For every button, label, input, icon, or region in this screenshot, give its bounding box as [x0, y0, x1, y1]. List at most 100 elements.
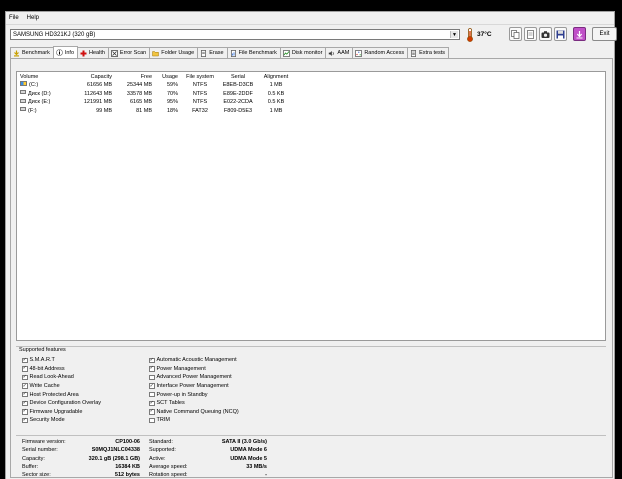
document-icon	[527, 29, 534, 39]
volume-row[interactable]: (C:) 61656 MB 25344 MB 59% NTFS E8EB-D3C…	[17, 81, 295, 90]
info-tab-panel: Volume Capacity Free Usage File system S…	[10, 58, 613, 478]
feature-checkbox: ✓	[149, 408, 155, 415]
volume-serial: E89E-2DDF	[223, 90, 253, 97]
drive-icon	[20, 98, 26, 103]
feature-item: Power-up in Standby	[149, 390, 239, 399]
tab-aam[interactable]: AAM	[325, 47, 354, 58]
save-button[interactable]	[554, 27, 567, 41]
windows-drive-icon	[20, 81, 27, 87]
volume-alignment: 0.5 KB	[267, 99, 285, 106]
volume-list[interactable]: Volume Capacity Free Usage File system S…	[16, 71, 606, 341]
info-value: CP100-06	[115, 439, 140, 446]
column-serial[interactable]: Serial	[219, 72, 257, 81]
volume-free: 81 MB	[136, 107, 152, 114]
column-file-system[interactable]: File system	[181, 72, 219, 81]
floppy-disk-icon	[556, 30, 565, 38]
feature-checkbox: ✓	[149, 382, 155, 389]
random-access-icon	[355, 49, 363, 57]
benchmark-icon	[13, 50, 20, 57]
health-icon	[80, 50, 87, 57]
feature-item: ✓ S.M.A.R.T	[22, 356, 55, 364]
drive-select-value: SAMSUNG HD321KJ (320 gB)	[13, 31, 96, 38]
volume-name: Диск (E:)	[28, 99, 51, 106]
feature-checkbox	[149, 374, 155, 381]
volume-file-system: NTFS	[192, 82, 208, 89]
column-free[interactable]: Free	[115, 72, 155, 81]
info-icon	[56, 49, 63, 56]
info-label: Standard:	[149, 439, 173, 446]
volume-serial: E8EB-D3CB	[222, 82, 254, 89]
feature-item: ✓ Device Configuration Overlay	[22, 399, 102, 407]
feature-checkbox: ✓	[149, 356, 155, 364]
info-row: Average speed: 33 MB/s	[149, 463, 267, 471]
volume-capacity: 61656 MB	[86, 82, 112, 89]
column-usage[interactable]: Usage	[155, 72, 181, 81]
screenshot-button[interactable]	[539, 27, 552, 41]
feature-item: ✓ Firmware Upgradable	[22, 408, 83, 415]
info-row: Standard: SATA II (3.0 Gb/s)	[149, 438, 267, 446]
volume-row[interactable]: Диск (D:) 112643 MB 33578 MB 70% NTFS E8…	[17, 90, 295, 99]
info-row: Firmware version: CP100-06	[22, 438, 140, 446]
volume-free: 6165 MB	[129, 99, 152, 106]
info-row: Buffer: 16384 KB	[22, 463, 140, 471]
tab-error-scan[interactable]: Error Scan	[107, 47, 151, 58]
exit-button[interactable]: Exit	[592, 27, 617, 41]
copy-info-button[interactable]	[524, 27, 537, 41]
info-value: -	[265, 472, 267, 479]
camera-icon	[541, 30, 550, 38]
drive-icon	[20, 107, 26, 112]
feature-checkbox: ✓	[22, 365, 28, 372]
volume-file-system: FAT32	[192, 107, 208, 114]
folder-icon	[152, 50, 159, 57]
feature-item: Advanced Power Management	[149, 373, 239, 382]
volume-row[interactable]: (F:) 99 MB 81 MB 18% FAT32 F809-D5E3 1 M…	[17, 107, 295, 116]
feature-item: ✓ SCT Tables	[149, 399, 185, 407]
feature-checkbox	[149, 417, 155, 424]
volume-file-system: NTFS	[192, 90, 208, 97]
column-capacity[interactable]: Capacity	[75, 72, 115, 81]
feature-item: ✓ 48-bit Address	[22, 365, 65, 372]
volume-alignment: 0.5 KB	[267, 90, 285, 97]
copy-text-button[interactable]	[509, 27, 522, 41]
tab-erase[interactable]: Erase	[197, 47, 228, 58]
column-alignment[interactable]: Alignment	[257, 72, 295, 81]
drive-select[interactable]: SAMSUNG HD321KJ (320 gB) ▼	[10, 29, 460, 40]
volume-serial: E022-2CDA	[223, 99, 253, 106]
feature-checkbox: ✓	[22, 373, 28, 381]
volume-name: (F:)	[28, 107, 37, 114]
features-left-column: ✓ S.M.A.R.T ✓ 48-bit Address ✓ Read Look-Ah…	[22, 356, 101, 425]
tab-disk-monitor[interactable]: Disk monitor	[279, 47, 327, 58]
drive-info-group: Firmware version: CP100-06 Serial number:…	[16, 435, 606, 479]
feature-checkbox: ✓	[149, 399, 155, 407]
menu-file[interactable]: File	[9, 15, 19, 21]
tab-folder-usage[interactable]: Folder Usage	[149, 47, 199, 58]
menu-help[interactable]: Help	[27, 15, 39, 21]
volume-table: Volume Capacity Free Usage File system S…	[17, 72, 295, 115]
copy-icon	[511, 29, 520, 39]
volume-capacity: 121991 MB	[83, 99, 112, 106]
feature-checkbox: ✓	[22, 408, 28, 415]
feature-item: ✓ Automatic Acoustic Management	[149, 356, 237, 364]
chevron-down-icon[interactable]: ▼	[450, 31, 458, 38]
tab-benchmark[interactable]: Benchmark	[10, 47, 54, 58]
tab-extra-tests[interactable]: Extra tests	[407, 47, 450, 58]
info-row: Serial number: S0MQJ1NLC04338	[22, 446, 140, 454]
info-label: Sector size:	[22, 472, 51, 479]
tab-health[interactable]: Health	[77, 47, 109, 58]
info-value: S0MQJ1NLC04338	[91, 447, 140, 454]
download-button[interactable]	[573, 27, 586, 41]
tab-random-access[interactable]: Random Access	[352, 47, 409, 58]
info-row: Capacity: 320.1 gB (298.1 GB)	[22, 455, 140, 463]
temperature-display: 37°C	[466, 26, 500, 43]
tab-info[interactable]: Info	[52, 46, 79, 58]
volume-usage: 59%	[166, 82, 178, 89]
info-value: SATA II (3.0 Gb/s)	[221, 439, 267, 446]
disk-monitor-icon	[283, 49, 290, 57]
volume-row[interactable]: Диск (E:) 121991 MB 6165 MB 95% NTFS E02…	[17, 98, 295, 107]
tab-file-benchmark[interactable]: File Benchmark	[226, 47, 281, 58]
file-benchmark-icon	[230, 49, 237, 57]
top-black-bar	[0, 0, 622, 11]
info-row: Supported: UDMA Mode 6	[149, 446, 267, 454]
column-volume[interactable]: Volume	[17, 72, 75, 81]
app-window: File Help SAMSUNG HD321KJ (320 gB) ▼ 37°…	[0, 0, 622, 479]
